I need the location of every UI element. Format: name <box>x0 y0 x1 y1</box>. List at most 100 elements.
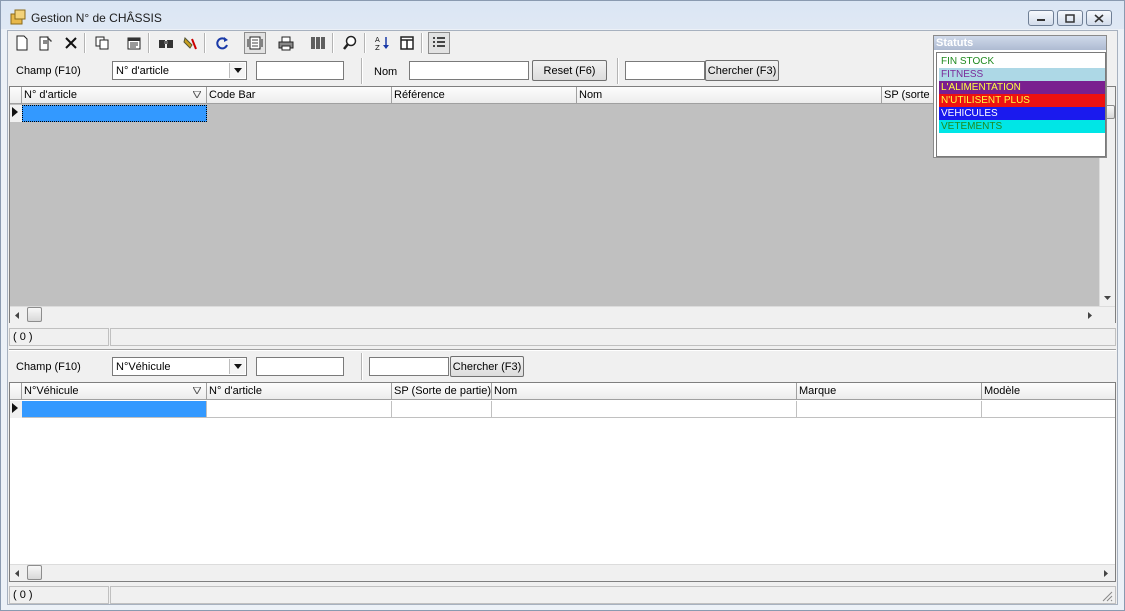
top-col-codebar[interactable]: Code Bar <box>207 87 392 104</box>
bottom-col-vehicule[interactable]: N°Véhicule <box>22 383 207 400</box>
app-icon <box>10 9 26 25</box>
bottom-col-modele[interactable]: Modèle <box>982 383 1115 400</box>
top-grid-cell[interactable] <box>577 105 882 122</box>
top-col-nom[interactable]: Nom <box>577 87 882 104</box>
barcode-button[interactable] <box>307 32 329 54</box>
list-view-icon <box>433 37 445 47</box>
sort-indicator-icon <box>193 387 201 394</box>
restore-button[interactable] <box>1057 10 1083 26</box>
statut-item[interactable]: VETEMENTS <box>939 120 1105 133</box>
top-grid-selected-cell[interactable] <box>22 105 207 122</box>
bottom-grid-header: N°Véhicule N° d'article SP (Sorte de par… <box>10 383 1115 400</box>
bottom-value-input[interactable] <box>256 357 344 376</box>
properties-icon <box>127 37 141 50</box>
scroll-right-icon[interactable] <box>1088 312 1092 319</box>
scroll-left-icon[interactable] <box>15 312 19 319</box>
statuts-title: Statuts <box>934 36 1106 50</box>
copy-icon <box>95 36 109 50</box>
top-col-article[interactable]: N° d'article <box>22 87 207 104</box>
hscroll-thumb[interactable] <box>27 565 42 580</box>
sort-button[interactable]: AZ <box>371 32 393 54</box>
top-search-input[interactable] <box>625 61 705 80</box>
name-label: Nom <box>374 66 398 78</box>
bottom-grid-cell[interactable] <box>392 401 492 418</box>
find-button[interactable] <box>155 32 177 54</box>
delete-icon <box>65 37 77 49</box>
delete-button[interactable] <box>60 32 82 54</box>
reset-button[interactable]: Reset (F6) <box>532 60 607 81</box>
refresh-icon <box>216 37 228 50</box>
clear-filter-button[interactable] <box>179 32 201 54</box>
top-record-count: ( 0 ) <box>9 328 109 346</box>
chevron-down-icon <box>229 63 245 78</box>
row-pointer-icon <box>12 403 18 413</box>
svg-text:A: A <box>375 36 380 44</box>
statut-item[interactable]: FIN STOCK <box>939 55 1105 68</box>
hscroll-thumb[interactable] <box>27 307 42 322</box>
bottom-search-input[interactable] <box>369 357 449 376</box>
top-status-panel <box>110 328 1116 346</box>
scroll-down-icon[interactable] <box>1104 296 1111 300</box>
top-grid-hscrollbar[interactable] <box>10 306 1115 323</box>
statuts-panel: Statuts FIN STOCK FITNESS L'ALIMENTATION N'… <box>933 35 1107 158</box>
zoom-icon <box>343 35 357 50</box>
properties-button[interactable] <box>123 32 145 54</box>
bottom-record-count: ( 0 ) <box>9 586 109 604</box>
edit-document-icon <box>39 36 52 51</box>
barcode-icon <box>311 37 325 49</box>
top-grid-cell[interactable] <box>392 105 577 122</box>
bottom-status-panel <box>110 586 1116 604</box>
view-button[interactable] <box>244 32 266 54</box>
bottom-grid-selected-cell[interactable] <box>22 401 207 418</box>
close-icon <box>1094 13 1104 23</box>
statut-item[interactable]: L'ALIMENTATION <box>939 81 1105 94</box>
statut-item[interactable]: FITNESS <box>939 68 1105 81</box>
splitter[interactable] <box>9 349 1116 351</box>
bottom-col-sp[interactable]: SP (Sorte de partie) <box>392 383 492 400</box>
top-grid-cell[interactable] <box>207 105 392 122</box>
restore-icon <box>1065 13 1075 23</box>
name-input[interactable] <box>409 61 529 80</box>
print-button[interactable] <box>275 32 297 54</box>
window-title: Gestion N° de CHÂSSIS <box>31 11 162 25</box>
copy-button[interactable] <box>91 32 113 54</box>
bottom-field-label: Champ (F10) <box>16 361 81 373</box>
chevron-down-icon <box>229 359 245 374</box>
columns-icon <box>400 36 414 50</box>
bottom-grid-cell[interactable] <box>207 401 392 418</box>
refresh-button[interactable] <box>211 32 233 54</box>
bottom-field-value: N°Véhicule <box>116 361 171 373</box>
new-document-icon <box>16 35 28 51</box>
list-view-button[interactable] <box>428 32 450 54</box>
sort-indicator-icon <box>193 91 201 98</box>
bottom-search-button[interactable]: Chercher (F3) <box>450 356 524 377</box>
resize-grip-icon[interactable] <box>1101 590 1113 602</box>
bottom-field-select[interactable]: N°Véhicule <box>112 357 247 376</box>
new-button[interactable] <box>11 32 33 54</box>
bottom-grid-cell[interactable] <box>797 401 982 418</box>
statut-item[interactable]: N'UTILISENT PLUS <box>939 94 1105 107</box>
zoom-button[interactable] <box>339 32 361 54</box>
top-col-reference[interactable]: Référence <box>392 87 577 104</box>
bottom-col-article[interactable]: N° d'article <box>207 383 392 400</box>
bottom-col-nom[interactable]: Nom <box>492 383 797 400</box>
statut-item[interactable]: VEHICULES <box>939 107 1105 120</box>
bottom-grid-hscrollbar[interactable] <box>10 564 1115 581</box>
edit-button[interactable] <box>35 32 57 54</box>
minimize-button[interactable] <box>1028 10 1054 26</box>
scroll-right-icon[interactable] <box>1104 570 1108 577</box>
close-button[interactable] <box>1086 10 1112 26</box>
scroll-left-icon[interactable] <box>15 570 19 577</box>
bottom-grid[interactable]: N°Véhicule N° d'article SP (Sorte de par… <box>9 382 1116 582</box>
svg-text:Z: Z <box>375 44 380 51</box>
top-search-button[interactable]: Chercher (F3) <box>705 60 779 81</box>
columns-button[interactable] <box>396 32 418 54</box>
find-icon <box>159 40 173 48</box>
top-field-select[interactable]: N° d'article <box>112 61 247 80</box>
top-value-input[interactable] <box>256 61 344 80</box>
bottom-col-marque[interactable]: Marque <box>797 383 982 400</box>
bottom-grid-cell[interactable] <box>982 401 1115 418</box>
bottom-grid-cell[interactable] <box>492 401 797 418</box>
statuts-list[interactable]: FIN STOCK FITNESS L'ALIMENTATION N'UTILISEN… <box>936 52 1106 157</box>
row-pointer-icon <box>12 107 18 117</box>
